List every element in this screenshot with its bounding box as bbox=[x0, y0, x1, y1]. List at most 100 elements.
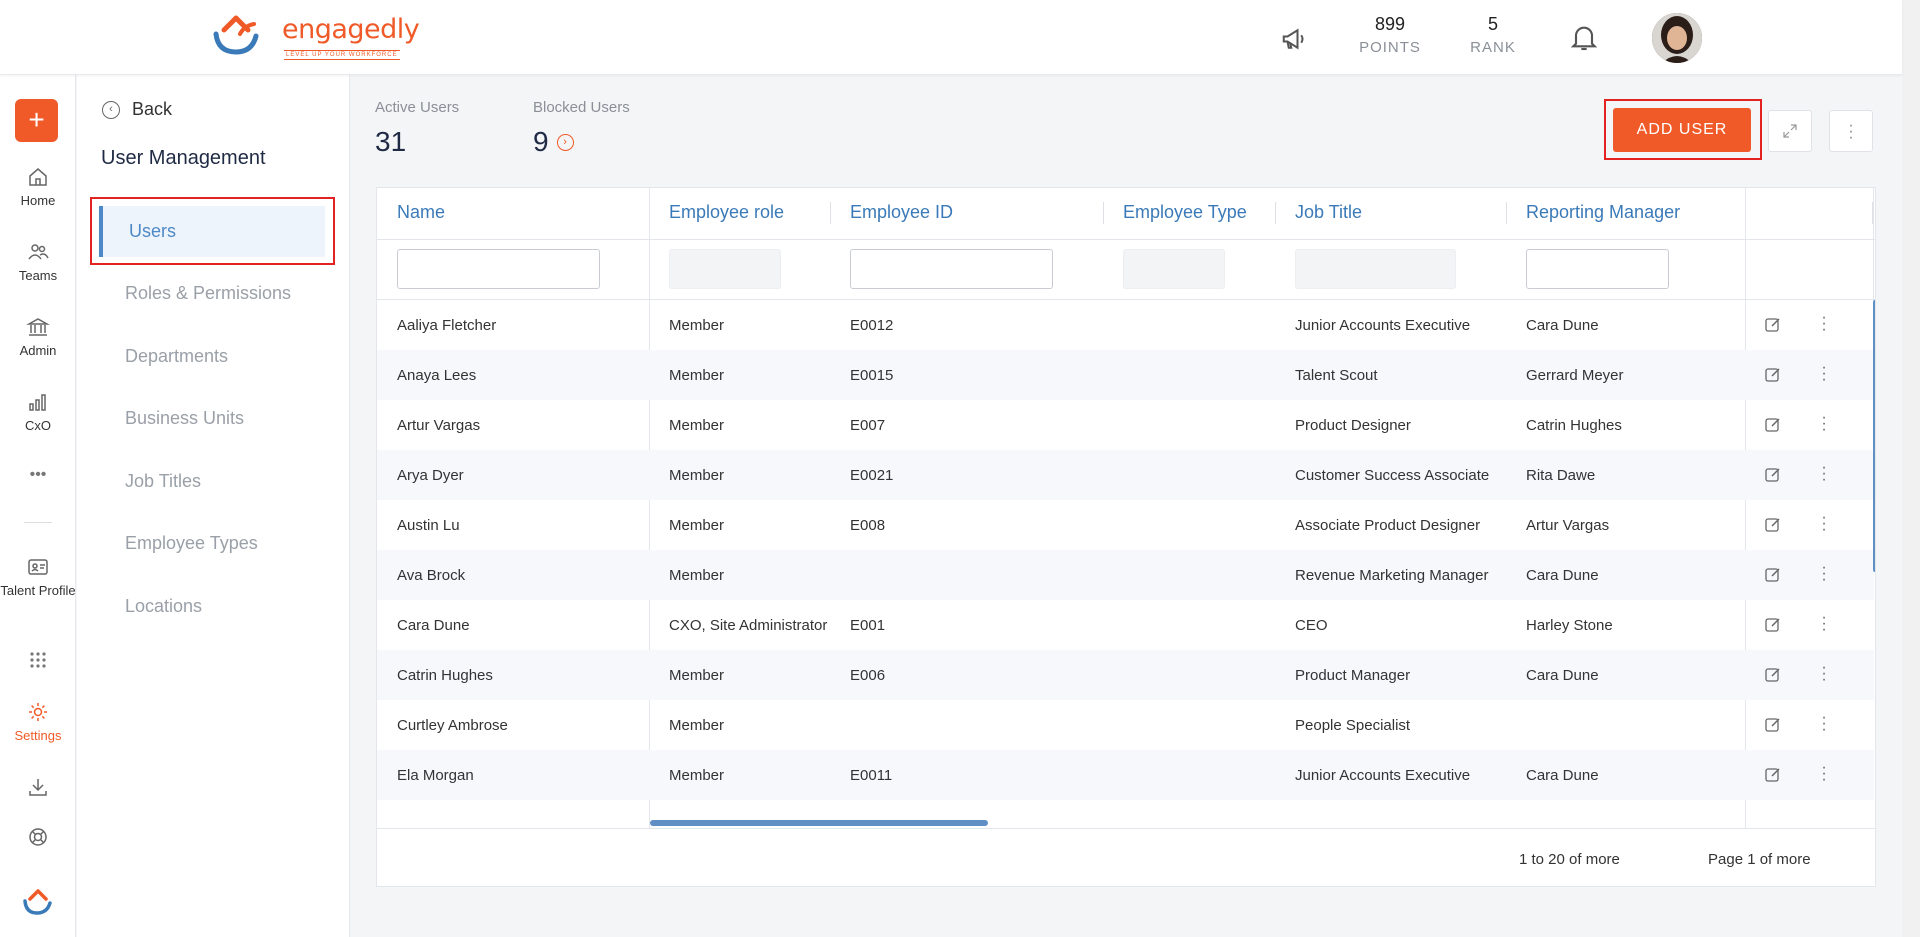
row-kebab-icon[interactable]: · · · bbox=[1819, 360, 1829, 388]
table-row[interactable]: Ela Morgan Member E0011 Junior Accounts Exe… bbox=[377, 750, 1874, 800]
table-row[interactable]: Ava Brock Member Revenue Marketing Manager… bbox=[377, 550, 1874, 600]
expand-button[interactable] bbox=[1768, 110, 1812, 152]
subnav-item-business-units[interactable]: Business Units bbox=[125, 408, 244, 429]
employee-id-filter-input[interactable] bbox=[850, 249, 1053, 289]
manager-filter-input[interactable] bbox=[1526, 249, 1669, 289]
bell-icon[interactable] bbox=[1568, 20, 1600, 54]
quick-add-button[interactable]: + bbox=[15, 99, 58, 142]
col-header-employee-role[interactable]: Employee role bbox=[669, 202, 784, 223]
subnav-item-locations[interactable]: Locations bbox=[125, 596, 202, 617]
rail-label-cxo: CxO bbox=[25, 418, 51, 433]
edit-icon[interactable] bbox=[1764, 766, 1782, 784]
edit-icon[interactable] bbox=[1764, 466, 1782, 484]
col-header-name[interactable]: Name bbox=[397, 202, 445, 223]
table-row[interactable]: Cara Dune CXO, Site Administrator E001 CEO H… bbox=[377, 600, 1874, 650]
user-management-nav: ‹ Back User Management Users Roles & Per… bbox=[77, 75, 350, 937]
back-link[interactable]: ‹ Back bbox=[102, 99, 172, 120]
cell-employee-id: E0011 bbox=[850, 767, 893, 784]
col-header-job-title[interactable]: Job Title bbox=[1295, 202, 1362, 223]
cell-job-title: Junior Accounts Executive bbox=[1295, 767, 1471, 784]
table-row[interactable]: Curtley Ambrose Member People Specialist · ·… bbox=[377, 700, 1874, 750]
row-kebab-icon[interactable]: · · · bbox=[1819, 460, 1829, 488]
gear-icon bbox=[29, 703, 47, 721]
edit-icon[interactable] bbox=[1764, 566, 1782, 584]
rail-more-icon[interactable]: ••• bbox=[0, 466, 76, 484]
col-header-employee-type[interactable]: Employee Type bbox=[1123, 202, 1247, 223]
subnav-item-roles-permissions[interactable]: Roles & Permissions bbox=[125, 283, 291, 304]
table-row[interactable]: Arya Dyer Member E0021 Customer Success Ass… bbox=[377, 450, 1874, 500]
table-row[interactable]: Aaliya Fletcher Member E0012 Junior Account… bbox=[377, 300, 1874, 350]
rail-help-icon[interactable] bbox=[0, 825, 76, 853]
row-kebab-icon[interactable]: · · · bbox=[1819, 410, 1829, 438]
view-blocked-users-icon[interactable]: › bbox=[556, 133, 574, 151]
table-footer: 1 to 20 of more Page 1 of more bbox=[377, 828, 1875, 886]
cell-job-title: People Specialist bbox=[1295, 717, 1411, 734]
rail-item-home[interactable]: Home bbox=[0, 165, 76, 208]
logo-tagline: LEVEL UP YOUR WORKFORCE bbox=[284, 50, 400, 60]
table-row[interactable]: Austin Lu Member E008 Associate Product Des… bbox=[377, 500, 1874, 550]
cell-reporting-manager: Cara Dune bbox=[1526, 317, 1599, 334]
row-kebab-icon[interactable]: · · · bbox=[1819, 560, 1829, 588]
rail-item-cxo[interactable]: CxO bbox=[0, 390, 76, 433]
rail-item-admin[interactable]: Admin bbox=[0, 315, 76, 358]
row-kebab-icon[interactable]: · · · bbox=[1819, 710, 1829, 738]
edit-icon[interactable] bbox=[1764, 516, 1782, 534]
edit-icon[interactable] bbox=[1764, 366, 1782, 384]
vertical-scrollbar[interactable] bbox=[1873, 300, 1875, 572]
subnav-item-employee-types[interactable]: Employee Types bbox=[125, 533, 258, 554]
cell-reporting-manager: Cara Dune bbox=[1526, 567, 1599, 584]
engagedly-logo[interactable]: engagedly LEVEL UP YOUR WORKFORCE bbox=[210, 12, 420, 60]
subnav-item-users[interactable]: Users bbox=[99, 206, 325, 257]
row-kebab-icon[interactable]: · · · bbox=[1819, 760, 1829, 788]
rank-stat[interactable]: 5 RANK bbox=[1463, 14, 1523, 56]
main-content: Active Users 31 Blocked Users 9 › ADD US… bbox=[351, 75, 1902, 937]
row-kebab-icon[interactable]: · · · bbox=[1819, 310, 1829, 338]
rail-apps-icon[interactable] bbox=[0, 648, 76, 676]
logo-wordmark: engagedly bbox=[282, 14, 420, 45]
horizontal-scrollbar[interactable] bbox=[650, 820, 988, 826]
rail-download-icon[interactable] bbox=[0, 775, 76, 803]
window-scrollbar[interactable] bbox=[1902, 0, 1920, 937]
rail-brand-icon[interactable] bbox=[0, 887, 76, 921]
table-row[interactable]: Artur Vargas Member E007 Product Designer Ca… bbox=[377, 400, 1874, 450]
subnav-item-departments[interactable]: Departments bbox=[125, 346, 228, 367]
col-separator[interactable] bbox=[1275, 202, 1276, 224]
blocked-users-label: Blocked Users bbox=[533, 99, 630, 116]
row-kebab-icon[interactable]: · · · bbox=[1819, 510, 1829, 538]
col-separator[interactable] bbox=[830, 202, 831, 224]
points-value: 899 bbox=[1374, 14, 1406, 34]
cell-job-title: CEO bbox=[1295, 617, 1328, 634]
edit-icon[interactable] bbox=[1764, 716, 1782, 734]
table-row[interactable]: Anaya Lees Member E0015 Talent Scout Gerrard… bbox=[377, 350, 1874, 400]
cell-employee-role: Member bbox=[669, 767, 725, 784]
cell-employee-id: E007 bbox=[850, 417, 886, 434]
points-stat[interactable]: 899 POINTS bbox=[1355, 14, 1425, 56]
rail-item-teams[interactable]: Teams bbox=[0, 240, 76, 283]
row-kebab-icon[interactable]: · · · bbox=[1819, 660, 1829, 688]
more-options-button[interactable]: · · · bbox=[1829, 110, 1873, 152]
col-separator[interactable] bbox=[1506, 202, 1507, 224]
expand-icon bbox=[1783, 124, 1797, 138]
pagination-page: Page 1 of more bbox=[1708, 851, 1811, 868]
table-row[interactable]: Catrin Hughes Member E006 Product Manager Ca… bbox=[377, 650, 1874, 700]
rail-item-settings[interactable]: Settings bbox=[0, 700, 76, 743]
name-filter-input[interactable] bbox=[397, 249, 600, 289]
megaphone-icon[interactable] bbox=[1280, 24, 1310, 54]
subnav-item-job-titles[interactable]: Job Titles bbox=[125, 471, 201, 492]
cell-name: Arya Dyer bbox=[397, 467, 464, 484]
cell-reporting-manager: Rita Dawe bbox=[1526, 467, 1596, 484]
col-separator[interactable] bbox=[1103, 202, 1104, 224]
edit-icon[interactable] bbox=[1764, 416, 1782, 434]
row-kebab-icon[interactable]: · · · bbox=[1819, 610, 1829, 638]
col-header-reporting-manager[interactable]: Reporting Manager bbox=[1526, 202, 1680, 223]
add-user-button[interactable]: ADD USER bbox=[1613, 108, 1751, 152]
col-header-employee-id[interactable]: Employee ID bbox=[850, 202, 953, 223]
edit-icon[interactable] bbox=[1764, 616, 1782, 634]
edit-icon[interactable] bbox=[1764, 666, 1782, 684]
cell-reporting-manager: Cara Dune bbox=[1526, 767, 1599, 784]
edit-icon[interactable] bbox=[1764, 316, 1782, 334]
rail-item-talent-profile[interactable]: Talent Profile bbox=[0, 555, 76, 599]
cell-employee-id: E0021 bbox=[850, 467, 894, 484]
cell-employee-role: Member bbox=[669, 367, 725, 384]
user-avatar[interactable] bbox=[1652, 13, 1702, 63]
